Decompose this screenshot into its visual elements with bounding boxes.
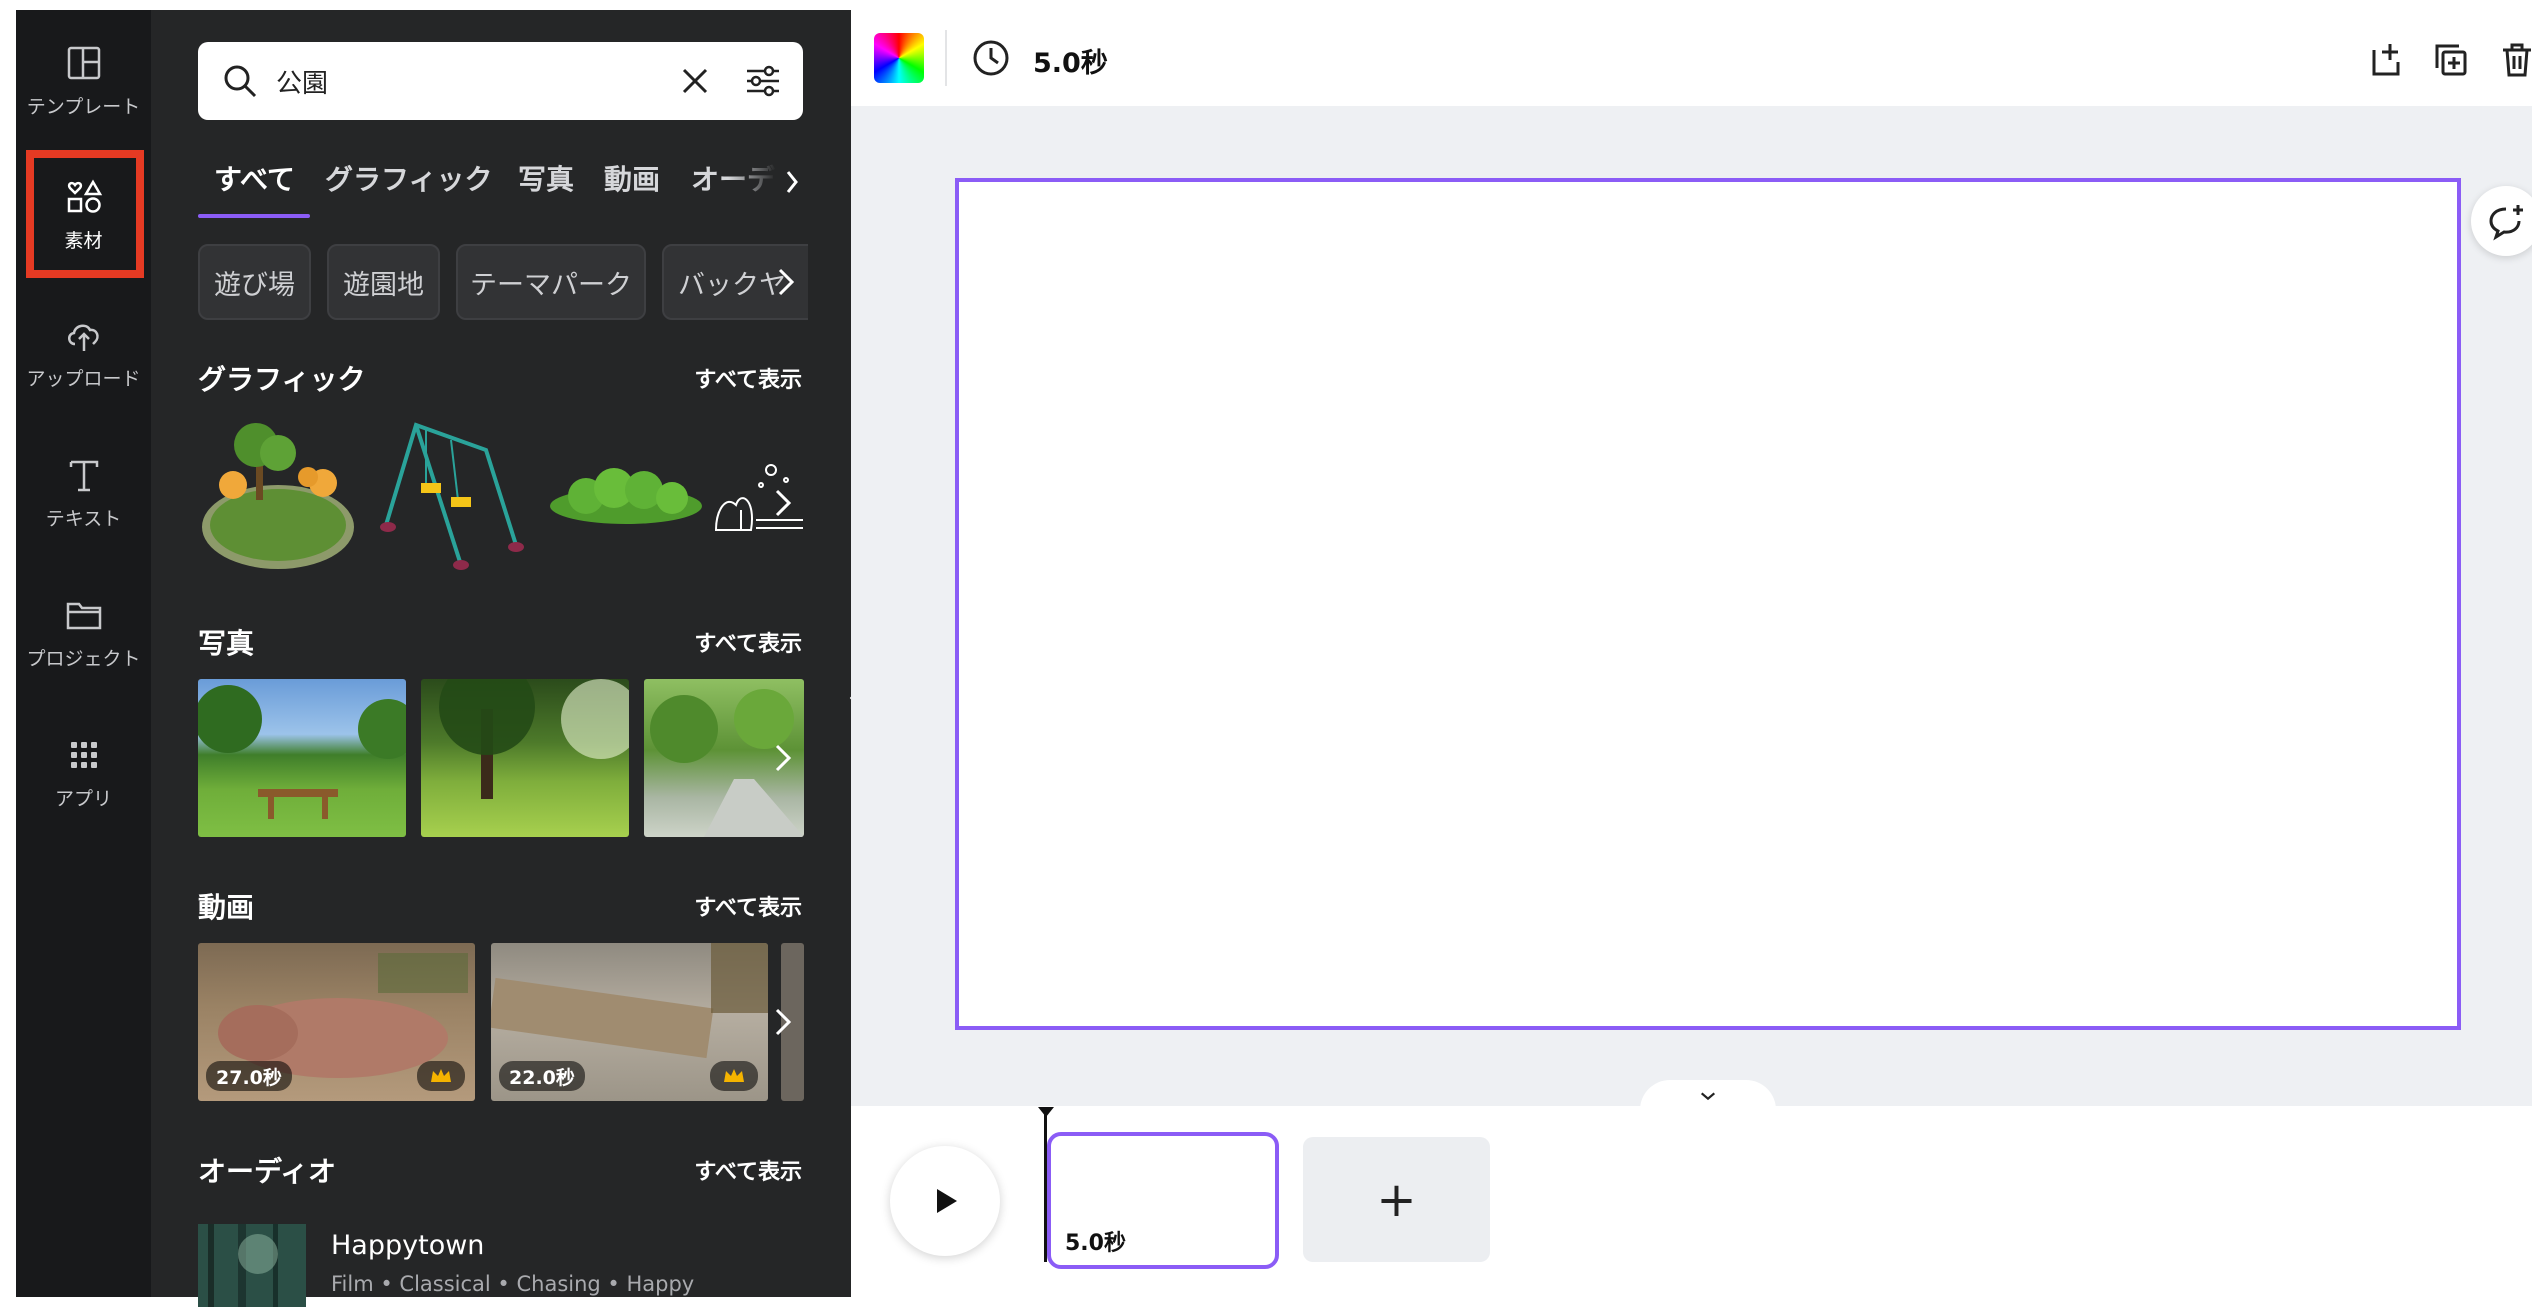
audio-track-title[interactable]: Happytown	[331, 1230, 484, 1261]
chip-amusement-park[interactable]: 遊園地	[327, 244, 440, 320]
folder-icon	[63, 594, 105, 636]
suggestion-chips: 遊び場 遊園地 テーマパーク バックヤ	[198, 244, 808, 322]
tab-photos[interactable]: 写真	[518, 158, 574, 198]
photos-section-title: 写真	[198, 627, 255, 660]
video-duration-badge: 27.0秒	[206, 1061, 292, 1091]
graphics-section-title: グラフィック	[198, 363, 366, 396]
videos-section-title: 動画	[198, 891, 255, 924]
chevron-down-icon	[1700, 1092, 1716, 1101]
chip-theme-park[interactable]: テーマパーク	[456, 244, 646, 320]
play-button[interactable]	[890, 1146, 1000, 1256]
search-input[interactable]	[274, 45, 677, 117]
clip-duration: 5.0秒	[1065, 1231, 1126, 1256]
search-bar	[198, 42, 803, 120]
apps-grid-icon	[63, 734, 105, 776]
crown-icon	[710, 1061, 758, 1091]
tab-videos[interactable]: 動画	[604, 158, 660, 198]
rail-item-uploads[interactable]: アップロード	[16, 292, 151, 412]
play-icon	[937, 1189, 957, 1213]
toolbar-divider	[945, 30, 947, 86]
rail-item-elements[interactable]: 素材	[16, 154, 151, 274]
color-picker-swatch[interactable]	[874, 33, 924, 83]
graphic-bush[interactable]	[546, 450, 706, 530]
content-tabs: すべて グラフィック 写真 動画 オーデ	[198, 152, 808, 224]
tab-all[interactable]: すべて	[214, 158, 295, 198]
rail-item-templates[interactable]: テンプレート	[16, 20, 151, 140]
graphic-park-island[interactable]	[198, 415, 358, 575]
search-icon	[220, 61, 260, 101]
video-duration-badge: 22.0秒	[499, 1061, 585, 1091]
rail-label-elements: 素材	[64, 229, 103, 252]
add-page-button[interactable]: +	[1303, 1137, 1490, 1262]
shapes-icon	[63, 176, 105, 218]
crown-icon	[417, 1061, 465, 1091]
filter-icon[interactable]	[743, 61, 783, 101]
audio-track-tags: Film • Classical • Chasing • Happy	[331, 1272, 695, 1296]
rail-item-projects[interactable]: プロジェクト	[16, 572, 151, 692]
rail-label-text: テキスト	[45, 507, 122, 530]
chevron-right-icon	[786, 171, 798, 193]
chip-playground[interactable]: 遊び場	[198, 244, 311, 320]
cloud-upload-icon	[63, 314, 105, 356]
videos-scroll-right[interactable]	[763, 992, 803, 1052]
graphic-swing[interactable]	[376, 415, 536, 575]
video-wooden-log[interactable]: 22.0秒	[491, 943, 768, 1101]
duplicate-page-icon[interactable]	[2431, 40, 2471, 80]
timeline-clip[interactable]: 5.0秒	[1047, 1132, 1279, 1269]
clock-icon[interactable]	[971, 38, 1011, 78]
photos-see-all[interactable]: すべて表示	[694, 626, 802, 658]
add-page-icon[interactable]	[2366, 40, 2406, 80]
add-comment-button[interactable]	[2471, 186, 2532, 256]
photo-park-tree-lawn[interactable]	[421, 679, 629, 837]
audio-track-cover[interactable]	[198, 1224, 306, 1307]
chevron-right-icon	[775, 1008, 792, 1036]
photo-park-picnic-table[interactable]	[198, 679, 406, 837]
page-duration[interactable]: 5.0秒	[1033, 41, 1108, 80]
rail-label-uploads: アップロード	[26, 367, 141, 390]
graphics-see-all[interactable]: すべて表示	[694, 362, 802, 394]
tabs-scroll-right[interactable]	[728, 152, 808, 212]
layout-icon	[63, 42, 105, 84]
elements-panel: すべて グラフィック 写真 動画 オーデ 遊び場 遊園地 テーマパーク バックヤ…	[151, 10, 851, 1307]
rail-item-text[interactable]: テキスト	[16, 432, 151, 552]
videos-see-all[interactable]: すべて表示	[694, 890, 802, 922]
photos-scroll-right[interactable]	[763, 728, 803, 788]
tab-graphics[interactable]: グラフィック	[325, 158, 492, 198]
graphics-scroll-right[interactable]	[763, 473, 803, 533]
clear-search-icon[interactable]	[677, 63, 713, 99]
side-nav-rail: テンプレート 素材 アップロード テキスト プロジェクト アプリ	[16, 10, 151, 1297]
video-sleeping-animal[interactable]: 27.0秒	[198, 943, 475, 1101]
plus-icon: +	[1376, 1171, 1417, 1228]
audio-see-all[interactable]: すべて表示	[694, 1154, 802, 1186]
audio-section-title: オーディオ	[198, 1155, 337, 1188]
rail-label-apps: アプリ	[54, 787, 112, 810]
delete-page-icon[interactable]	[2497, 40, 2532, 80]
chevron-right-icon	[775, 744, 792, 772]
design-page[interactable]	[955, 178, 2461, 1030]
editor-toolbar: 5.0秒	[851, 10, 2532, 107]
active-tab-indicator	[198, 214, 310, 218]
rail-item-apps[interactable]: アプリ	[16, 712, 151, 832]
rail-label-templates: テンプレート	[26, 95, 141, 118]
rail-label-projects: プロジェクト	[26, 647, 141, 670]
comment-plus-icon	[2489, 205, 2523, 241]
chips-scroll-right[interactable]	[766, 252, 806, 312]
text-icon	[63, 454, 105, 496]
chevron-right-icon	[778, 268, 795, 296]
chevron-right-icon	[775, 489, 792, 517]
